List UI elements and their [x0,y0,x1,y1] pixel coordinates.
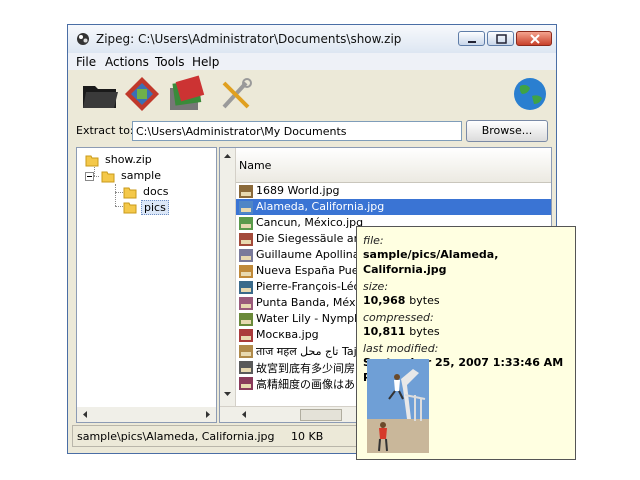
image-file-icon [239,201,253,214]
image-file-icon [239,329,253,342]
extract-selected-icon[interactable] [166,74,206,114]
menu-tools[interactable]: Tools [155,55,185,69]
column-header-name[interactable]: Name [239,159,271,172]
image-file-icon [239,249,253,262]
image-file-icon [239,217,253,230]
maximize-icon [496,34,507,44]
folder-icon [123,202,137,214]
tooltip-compressed-label: compressed: [363,311,434,324]
close-button[interactable] [516,31,552,46]
image-file-icon [239,265,253,278]
menu-actions[interactable]: Actions [105,55,149,69]
extract-path-input[interactable]: C:\Users\Administrator\My Documents [132,121,462,141]
scroll-left-arrow-icon[interactable] [240,410,248,419]
status-path: sample\pics\Alameda, California.jpg [77,430,275,443]
minimize-icon [468,41,476,43]
tree-item-label: show.zip [105,153,152,166]
image-file-icon [239,361,253,374]
image-file-icon [239,281,253,294]
tree-item-label: pics [141,200,169,215]
folder-icon [85,155,99,167]
collapse-toggle-icon[interactable] [85,172,94,181]
scroll-right-arrow-icon[interactable] [204,410,212,419]
toolbar [70,70,554,118]
menu-file[interactable]: File [76,55,96,69]
folder-tree: show.zip sample docs pics [76,147,217,423]
extract-to-label: Extract to: [76,124,134,137]
options-tools-icon[interactable] [216,74,256,114]
tree-item-label: docs [143,185,169,198]
extract-icon[interactable] [122,74,162,114]
minimize-button[interactable] [458,31,485,46]
tooltip-modified-label: last modified: [363,342,439,355]
image-file-icon [239,233,253,246]
image-file-icon [239,185,253,198]
tooltip-file-label: file: [363,234,384,247]
tooltip-size-value: 10,968 [363,294,406,307]
tree-horizontal-scrollbar[interactable] [77,407,216,422]
file-name: Cancun, México.jpg [256,216,364,229]
menu-bar: File Actions Tools Help [68,53,556,70]
image-file-icon [239,377,253,390]
window-title: Zipeg: C:\Users\Administrator\Documents\… [96,32,402,46]
tree-item-label: sample [121,169,161,182]
zipeg-app-icon [77,33,89,45]
web-globe-icon[interactable] [510,74,550,114]
scroll-thumb[interactable] [300,409,342,421]
image-file-icon [239,313,253,326]
image-preview-thumbnail [367,359,429,453]
tooltip-compressed-unit: bytes [409,325,440,338]
close-icon [530,34,540,44]
image-file-icon [239,297,253,310]
menu-help[interactable]: Help [192,55,219,69]
tooltip-file-value: sample/pics/Alameda, California.jpg [363,248,499,276]
file-name: 1689 World.jpg [256,184,340,197]
status-size: 10 KB [291,430,324,443]
scroll-left-arrow-icon[interactable] [81,410,89,419]
image-file-icon [239,345,253,358]
tooltip-size-unit: bytes [409,294,440,307]
column-header[interactable]: Name [236,148,551,183]
folder-icon [123,187,137,199]
file-row[interactable]: 1689 World.jpg [236,183,551,199]
maximize-button[interactable] [487,31,514,46]
folder-icon [101,171,115,183]
scroll-up-arrow-icon[interactable] [223,152,232,160]
file-row[interactable]: Alameda, California.jpg [236,199,551,215]
tooltip-size-label: size: [363,280,389,293]
tooltip-compressed-value: 10,811 [363,325,406,338]
browse-button[interactable]: Browse... [466,120,548,142]
scroll-down-arrow-icon[interactable] [223,390,232,398]
open-archive-icon[interactable] [80,74,120,114]
list-vertical-scrollbar[interactable] [220,148,236,422]
file-name: Москва.jpg [256,328,319,341]
file-info-tooltip: file: sample/pics/Alameda, California.jp… [356,226,576,460]
file-name: Alameda, California.jpg [256,200,385,213]
title-bar[interactable]: Zipeg: C:\Users\Administrator\Documents\… [68,25,556,54]
